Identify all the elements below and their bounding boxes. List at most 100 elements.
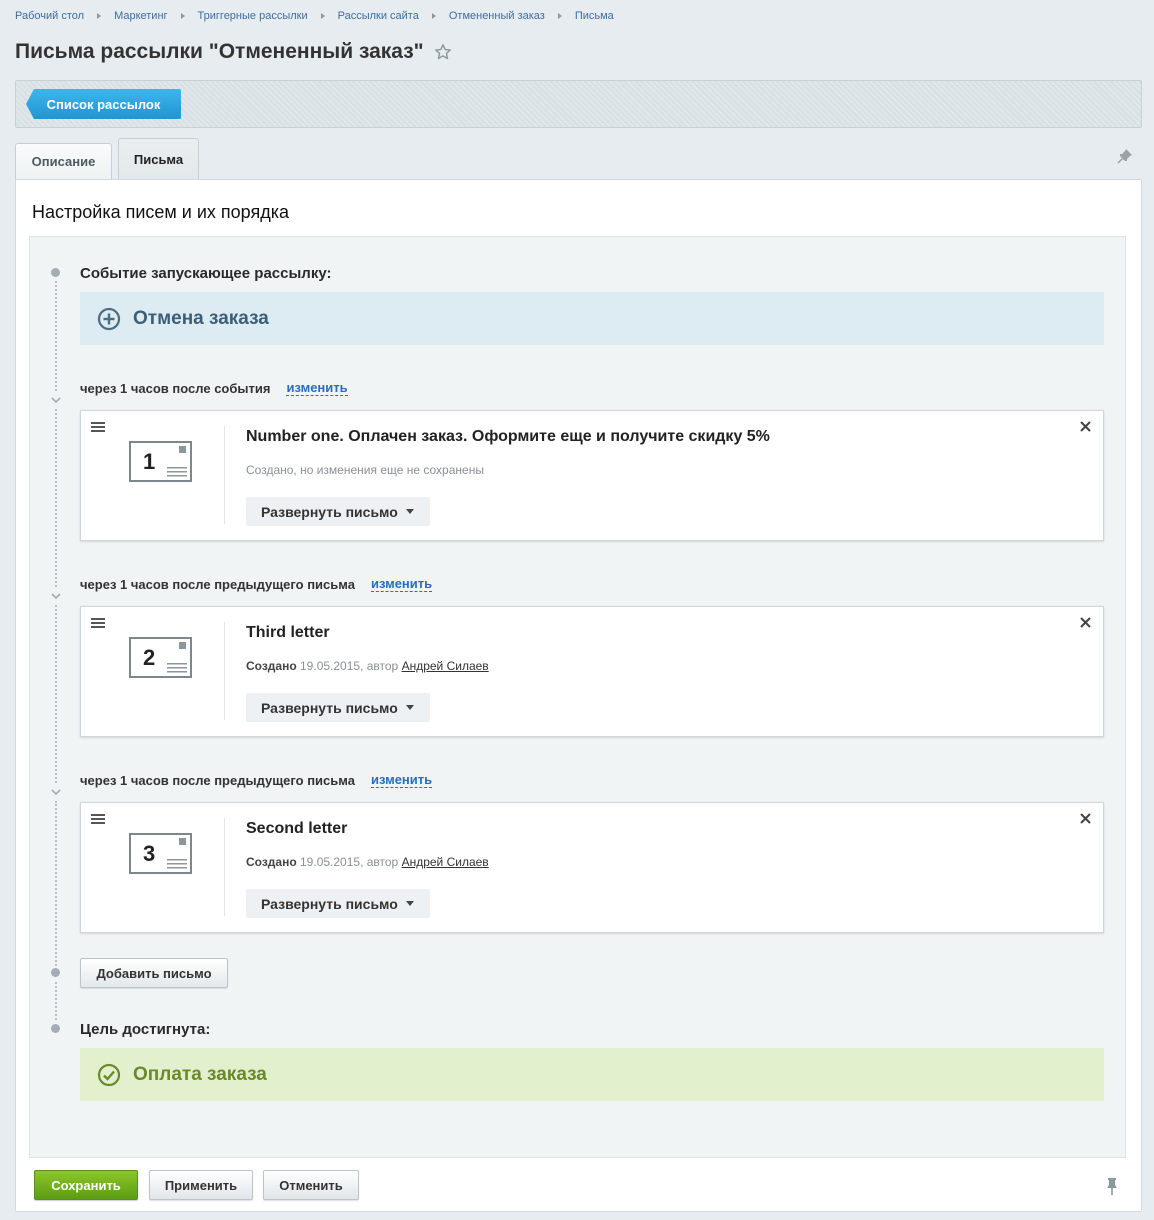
timeline-dot	[51, 968, 60, 977]
breadcrumb-item-letters[interactable]: Письма	[575, 10, 614, 22]
card-divider	[224, 426, 225, 524]
mailing-list-button[interactable]: Список рассылок	[26, 89, 181, 119]
timeline-line	[55, 982, 57, 1020]
trigger-label: Событие запускающее рассылку:	[80, 265, 332, 282]
expand-letter-label: Развернуть письмо	[261, 503, 398, 520]
triangle-right-icon	[557, 13, 562, 19]
letters-panel: Настройка писем и их порядка Событие зап…	[15, 179, 1142, 1212]
envelope-icon: 1	[129, 441, 192, 482]
goal-label: Цель достигнута:	[80, 1021, 211, 1038]
change-delay-link[interactable]: изменить	[370, 772, 433, 788]
close-icon[interactable]	[1080, 813, 1091, 824]
cancel-button[interactable]: Отменить	[263, 1170, 359, 1200]
delay-text: через 1 часов после события	[80, 380, 271, 396]
breadcrumb-item-marketing[interactable]: Маркетинг	[114, 10, 167, 22]
delay-text: через 1 часов после предыдущего письма	[80, 772, 355, 788]
tab-description[interactable]: Описание	[15, 143, 112, 179]
breadcrumb-item-site-mailings[interactable]: Рассылки сайта	[338, 10, 419, 22]
timeline-line	[55, 281, 57, 391]
close-icon[interactable]	[1080, 421, 1091, 432]
chevron-down-icon	[51, 593, 61, 600]
timeline-dot	[51, 268, 60, 277]
chevron-down-icon	[51, 397, 61, 404]
card-divider	[224, 622, 225, 720]
address-lines	[167, 859, 187, 869]
breadcrumb-item-desktop[interactable]: Рабочий стол	[15, 10, 84, 22]
apply-button[interactable]: Применить	[149, 1170, 253, 1200]
caret-down-icon	[405, 901, 414, 906]
star-icon[interactable]	[434, 43, 452, 61]
triangle-right-icon	[431, 13, 436, 19]
letter-number: 2	[143, 645, 156, 670]
created-label: Создано	[246, 855, 297, 869]
expand-letter-button[interactable]: Развернуть письмо	[246, 497, 430, 526]
letter-card: 1 Number one. Оплачен заказ. Оформите ещ…	[80, 410, 1104, 541]
drag-handle-icon[interactable]	[91, 813, 105, 825]
envelope-icon: 3	[129, 833, 192, 874]
letter-title: Number one. Оплачен заказ. Оформите еще …	[246, 428, 770, 445]
stamp-mark	[179, 838, 186, 845]
timeline-dot	[51, 1024, 60, 1033]
change-delay-link[interactable]: изменить	[286, 380, 348, 396]
delay-row: через 1 часов после предыдущего письма и…	[80, 772, 433, 788]
triangle-right-icon	[180, 13, 185, 19]
expand-letter-label: Развернуть письмо	[261, 699, 398, 716]
triangle-right-icon	[320, 13, 325, 19]
address-lines	[167, 663, 187, 673]
trigger-event-name: Отмена заказа	[133, 307, 269, 329]
chevron-down-icon	[51, 789, 61, 796]
letter-status: Создано 19.05.2015, автор Андрей Силаев	[246, 855, 489, 869]
drag-handle-icon[interactable]	[91, 421, 105, 433]
trigger-event-box[interactable]: Отмена заказа	[80, 292, 1104, 345]
letter-number: 3	[143, 841, 156, 866]
letter-number: 1	[143, 449, 156, 474]
plus-circle-icon	[97, 307, 121, 330]
address-lines	[167, 467, 187, 477]
caret-down-icon	[405, 509, 414, 514]
triangle-right-icon	[97, 13, 102, 19]
check-circle-icon	[97, 1063, 121, 1086]
expand-letter-label: Развернуть письмо	[261, 895, 398, 912]
breadcrumb-item-trigger-mailings[interactable]: Триггерные рассылки	[198, 10, 308, 22]
created-label: Создано	[246, 659, 297, 673]
author-link[interactable]: Андрей Силаев	[402, 855, 489, 869]
letter-title: Third letter	[246, 624, 330, 641]
breadcrumb: Рабочий стол Маркетинг Триггерные рассыл…	[15, 10, 614, 22]
pin-icon[interactable]	[1117, 148, 1133, 164]
timeline-line	[55, 801, 57, 966]
pin-icon[interactable]	[1105, 1178, 1119, 1196]
created-date: 19.05.2015, автор	[296, 855, 402, 869]
goal-event-box[interactable]: Оплата заказа	[80, 1048, 1104, 1101]
delay-row: через 1 часов после события изменить	[80, 380, 348, 396]
expand-letter-button[interactable]: Развернуть письмо	[246, 693, 430, 722]
card-divider	[224, 818, 225, 916]
timeline-line	[55, 605, 57, 783]
goal-event-name: Оплата заказа	[133, 1063, 267, 1085]
expand-letter-button[interactable]: Развернуть письмо	[246, 889, 430, 918]
timeline-line	[55, 409, 57, 587]
letters-timeline: Событие запускающее рассылку: Отмена зак…	[29, 236, 1126, 1158]
author-link[interactable]: Андрей Силаев	[402, 659, 489, 673]
add-letter-button[interactable]: Добавить письмо	[80, 958, 228, 988]
envelope-icon: 2	[129, 637, 192, 678]
page-title: Письма рассылки "Отмененный заказ"	[15, 40, 424, 63]
letter-status-text: Создано, но изменения еще не сохранены	[246, 463, 484, 477]
letter-status: Создано 19.05.2015, автор Андрей Силаев	[246, 659, 489, 673]
breadcrumb-item-cancelled-order[interactable]: Отмененный заказ	[449, 10, 545, 22]
save-button[interactable]: Сохранить	[34, 1170, 138, 1200]
letter-status: Создано, но изменения еще не сохранены	[246, 463, 484, 477]
delay-row: через 1 часов после предыдущего письма и…	[80, 576, 433, 592]
letter-card: 3 Second letter Создано 19.05.2015, авто…	[80, 802, 1104, 933]
close-icon[interactable]	[1080, 617, 1091, 628]
drag-handle-icon[interactable]	[91, 617, 105, 629]
page-title-row: Письма рассылки "Отмененный заказ"	[15, 40, 452, 64]
tab-letters[interactable]: Письма	[118, 138, 199, 179]
created-date: 19.05.2015, автор	[296, 659, 402, 673]
caret-down-icon	[405, 705, 414, 710]
toolbar: Список рассылок	[15, 80, 1142, 128]
change-delay-link[interactable]: изменить	[370, 576, 433, 592]
section-title: Настройка писем и их порядка	[32, 202, 290, 222]
stamp-mark	[179, 446, 186, 453]
letter-card: 2 Third letter Создано 19.05.2015, автор…	[80, 606, 1104, 737]
delay-text: через 1 часов после предыдущего письма	[80, 576, 355, 592]
